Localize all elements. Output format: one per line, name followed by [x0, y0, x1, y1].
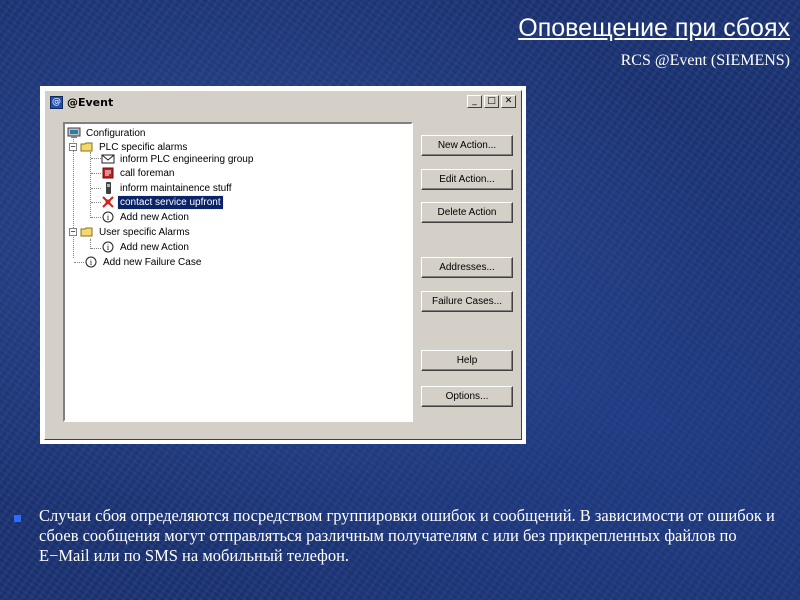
tree-connector — [91, 188, 101, 189]
sms-icon — [101, 167, 115, 179]
tree-item-label: contact service upfront — [117, 194, 224, 210]
tree-item-label: inform maintainence stuff — [120, 182, 232, 194]
tree-item-label: Add new Action — [120, 211, 189, 223]
configuration-tree[interactable]: Configuration − PLC specific alarms info… — [63, 122, 413, 422]
collapse-icon[interactable]: − — [69, 228, 77, 236]
collapse-icon[interactable]: − — [69, 143, 77, 151]
folder-open-icon — [80, 141, 94, 153]
tree-connector — [91, 173, 101, 174]
help-button[interactable]: Help — [421, 350, 513, 371]
tree-group-label: User specific Alarms — [99, 226, 190, 238]
tree-group-user[interactable]: − User specific Alarms — [69, 225, 192, 239]
window-titlebar[interactable]: @ @Event _ □ ✕ — [47, 93, 519, 112]
slide-subtitle: RCS @Event (SIEMENS) — [620, 52, 790, 69]
tree-item-label: inform PLC engineering group — [120, 153, 254, 165]
alarm-icon — [101, 196, 115, 208]
tree-item-selected[interactable]: contact service upfront — [101, 194, 224, 210]
tree-item-add-action[interactable]: i Add new Action — [101, 240, 191, 254]
event-window: @ @Event _ □ ✕ Configuration − PLC speci… — [44, 90, 522, 440]
info-icon: i — [101, 241, 115, 253]
slide-title: Оповещение при сбоях — [518, 14, 790, 42]
folder-open-icon — [80, 226, 94, 238]
tree-item[interactable]: inform maintainence stuff — [101, 181, 234, 195]
window-controls: _ □ ✕ — [467, 95, 516, 108]
tree-connector — [91, 248, 101, 249]
tree-item[interactable]: inform PLC engineering group — [101, 152, 255, 166]
info-icon: i — [84, 256, 98, 268]
tree-connector — [74, 262, 84, 263]
tree-item-add-action[interactable]: i Add new Action — [101, 210, 191, 224]
info-icon: i — [101, 211, 115, 223]
tree-root-label: Configuration — [86, 127, 146, 139]
tree-add-failure-case[interactable]: i Add new Failure Case — [84, 255, 203, 269]
tree-item-label: Add new Action — [120, 241, 189, 253]
tree-connector — [73, 136, 74, 258]
addresses-button[interactable]: Addresses... — [421, 257, 513, 278]
tree-item-label: call foreman — [120, 167, 175, 179]
computer-icon — [67, 127, 81, 139]
edit-action-button[interactable]: Edit Action... — [421, 169, 513, 190]
options-button[interactable]: Options... — [421, 386, 513, 407]
window-title: @Event — [67, 96, 114, 109]
tree-item-label: Add new Failure Case — [103, 256, 202, 268]
tree-connector — [90, 152, 91, 218]
tree-root[interactable]: Configuration — [67, 126, 147, 140]
phone-icon — [101, 182, 115, 194]
tree-connector — [91, 158, 101, 159]
new-action-button[interactable]: New Action... — [421, 135, 513, 156]
tree-connector — [91, 217, 101, 218]
bullet-square-icon — [14, 515, 21, 522]
screenshot-frame: @ @Event _ □ ✕ Configuration − PLC speci… — [40, 86, 526, 444]
tree-connector — [91, 202, 101, 203]
bullet-text: Случаи сбоя определяются посредством гру… — [39, 506, 775, 565]
close-button[interactable]: ✕ — [501, 95, 516, 108]
app-icon: @ — [50, 96, 63, 109]
failure-cases-button[interactable]: Failure Cases... — [421, 291, 513, 312]
tree-item[interactable]: call foreman — [101, 166, 176, 180]
envelope-icon — [101, 153, 115, 165]
minimize-button[interactable]: _ — [467, 95, 482, 108]
delete-action-button[interactable]: Delete Action — [421, 202, 513, 223]
maximize-button[interactable]: □ — [484, 95, 499, 108]
bullet-point: Случаи сбоя определяются посредством гру… — [14, 506, 784, 566]
